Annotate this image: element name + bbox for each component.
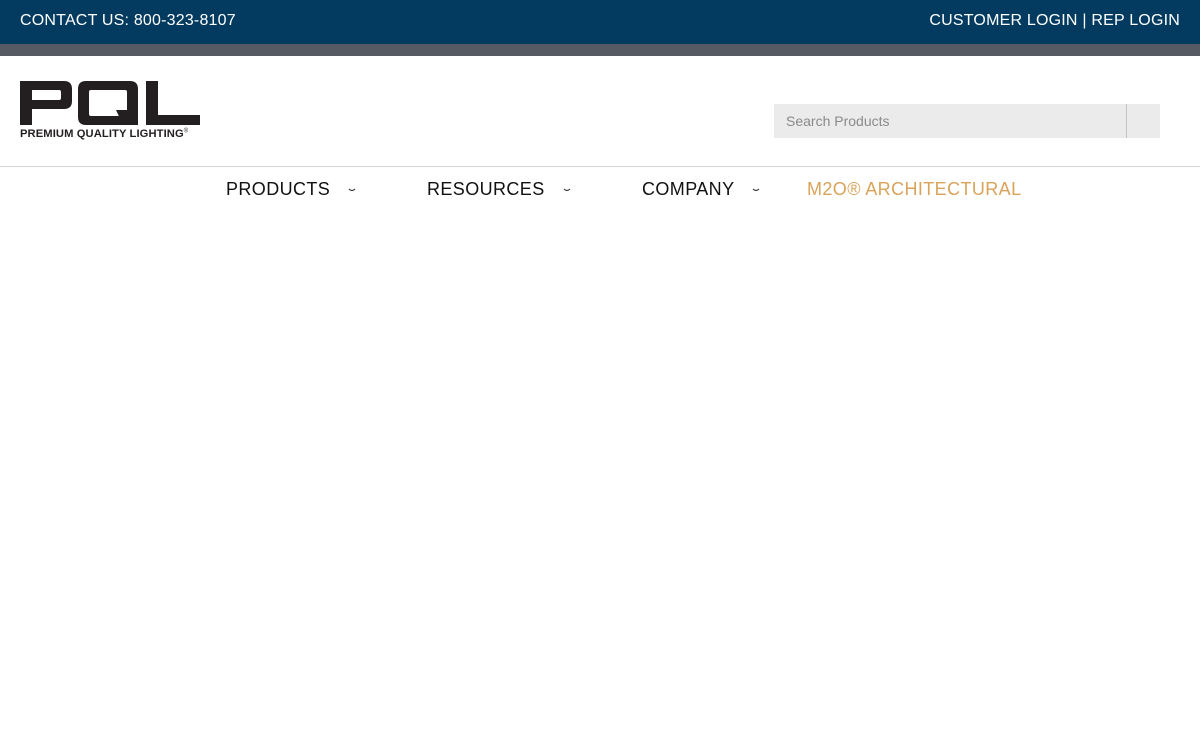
login-links: CUSTOMER LOGIN | REP LOGIN (929, 12, 1180, 30)
chevron-down-icon (752, 188, 760, 192)
registered-mark: ® (183, 128, 189, 135)
contact-phone-text: CONTACT US: 800-323-8107 (20, 12, 236, 29)
header-divider-bar (0, 44, 1200, 56)
customer-login-link[interactable]: CUSTOMER LOGIN (929, 12, 1077, 29)
logo-tagline-text: PREMIUM QUALITY LIGHTING (20, 128, 184, 140)
rep-login-link[interactable]: REP LOGIN (1091, 12, 1180, 29)
top-contact-bar: CONTACT US: 800-323-8107 CUSTOMER LOGIN … (0, 0, 1200, 44)
search-button[interactable] (1126, 104, 1160, 138)
search-input[interactable] (774, 104, 1126, 138)
chevron-down-icon (348, 188, 356, 192)
contact-phone-link[interactable]: CONTACT US: 800-323-8107 (20, 12, 236, 30)
logo-tagline: PREMIUM QUALITY LIGHTING® (20, 128, 188, 140)
chevron-down-icon (563, 188, 571, 192)
nav-item-label: COMPANY (642, 179, 735, 199)
login-separator: | (1082, 12, 1087, 29)
nav-item-products[interactable]: PRODUCTS (226, 179, 356, 200)
main-navigation: PRODUCTS RESOURCES COMPANY M2O® ARCHITEC… (0, 167, 1200, 213)
nav-item-m2o-architectural[interactable]: M2O® ARCHITECTURAL (807, 179, 1022, 200)
pql-logo-mark (20, 81, 200, 125)
nav-item-label: PRODUCTS (226, 179, 331, 199)
nav-item-resources[interactable]: RESOURCES (427, 179, 571, 200)
nav-item-label: RESOURCES (427, 179, 545, 199)
nav-item-label: M2O® ARCHITECTURAL (807, 179, 1022, 199)
search-box (774, 104, 1160, 138)
nav-item-company[interactable]: COMPANY (642, 179, 760, 200)
site-header: PREMIUM QUALITY LIGHTING® (0, 56, 1200, 167)
pql-logo[interactable]: PREMIUM QUALITY LIGHTING® (20, 79, 202, 141)
